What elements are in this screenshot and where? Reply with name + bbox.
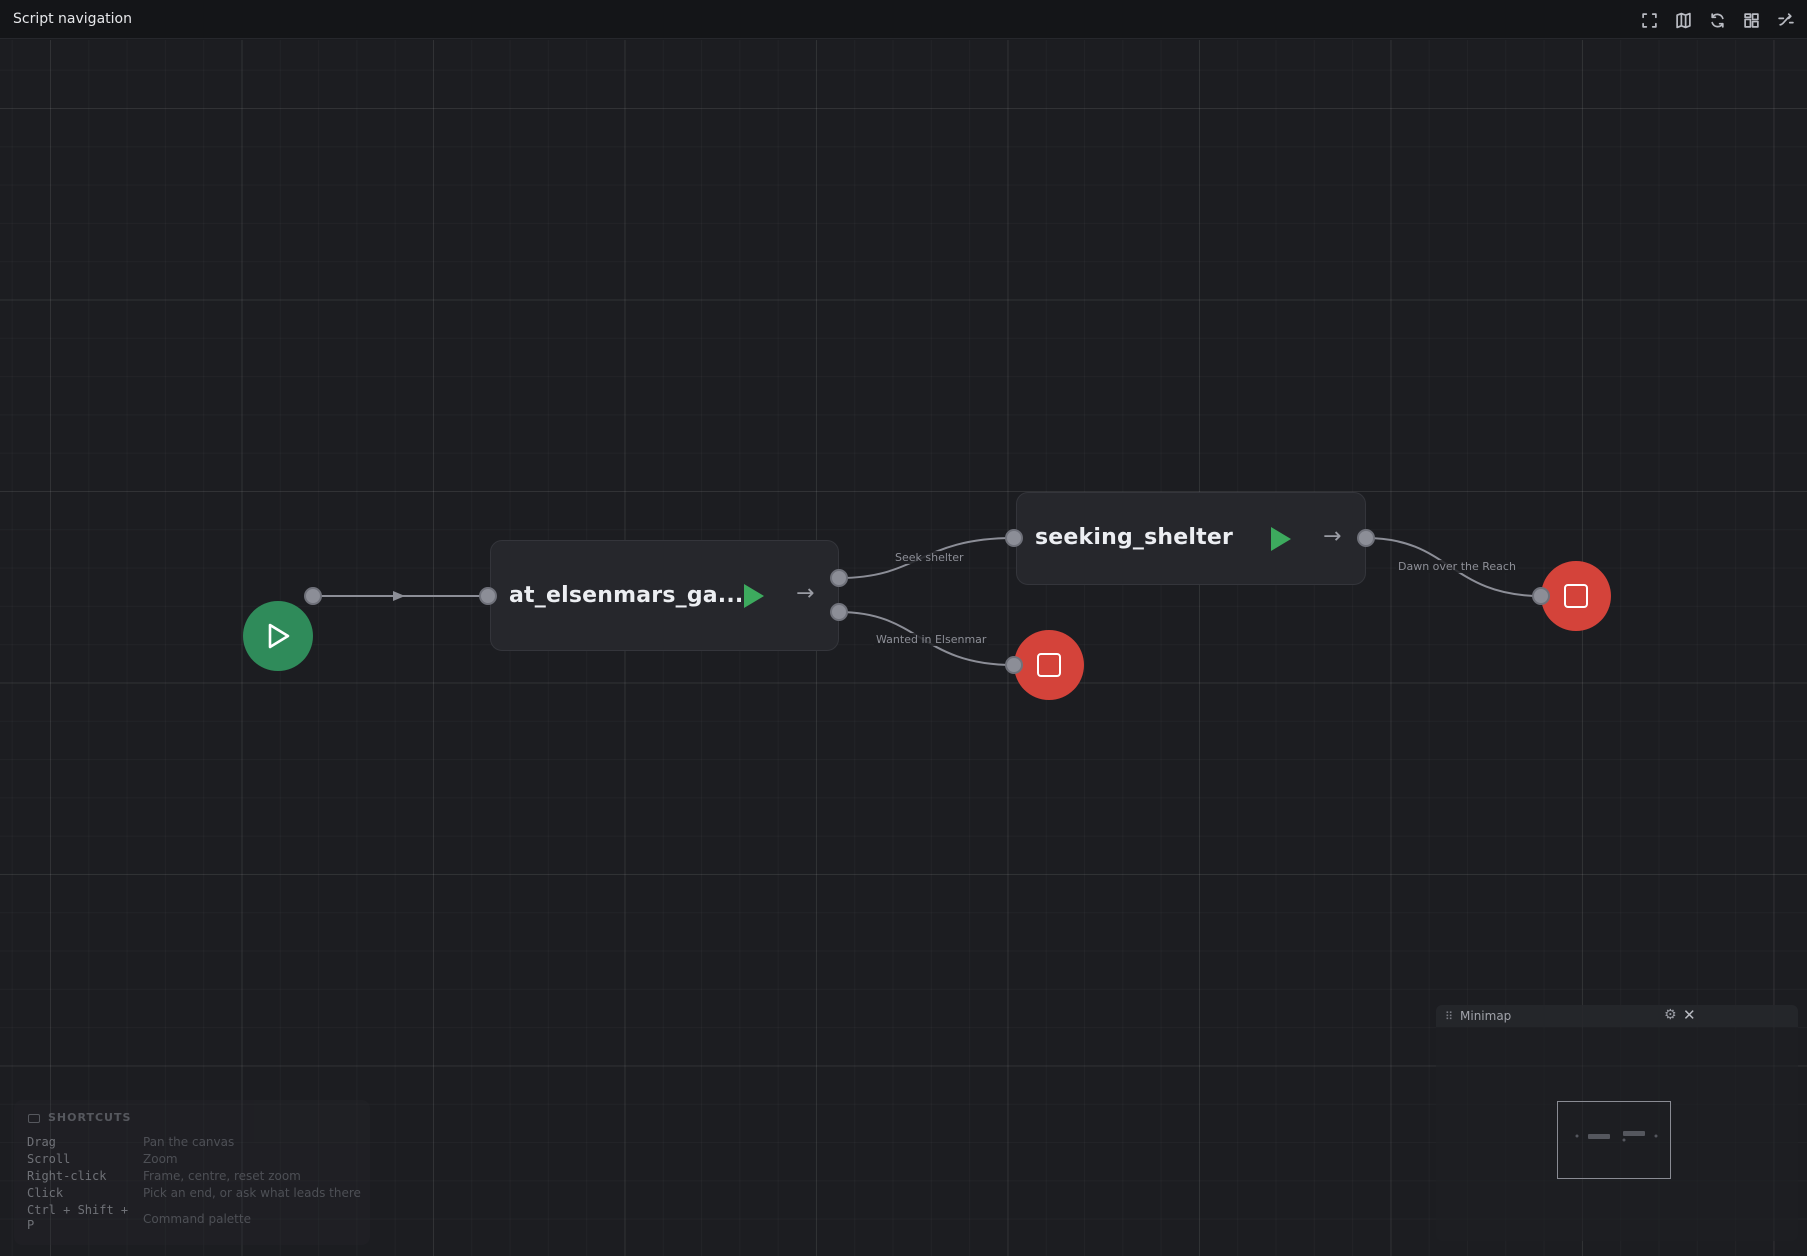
layout-icon[interactable] (1739, 8, 1763, 32)
arrow-right-icon[interactable]: → (796, 581, 814, 606)
toolbar (1637, 8, 1797, 32)
scene-b-output-port[interactable] (1357, 529, 1375, 547)
shortcuts-title: SHORTCUTS (48, 1111, 132, 1124)
scene-node-seeking-shelter[interactable]: seeking_shelter → (1016, 492, 1366, 585)
scene-b-input-port[interactable] (1005, 529, 1023, 547)
minimap-panel[interactable]: ⠿ Minimap ⚙ ✕ (1436, 1005, 1798, 1241)
keyboard-icon (28, 1113, 40, 1123)
edge-label-dawn: Dawn over the Reach (1396, 560, 1518, 573)
shortcut-key: Click (27, 1186, 64, 1200)
minimap-viewport[interactable] (1557, 1101, 1671, 1179)
shortcut-key: Ctrl + Shift + P (27, 1203, 129, 1232)
fullscreen-icon[interactable] (1637, 8, 1661, 32)
stop-icon (1564, 584, 1588, 608)
scene-node-at-elsenmars[interactable]: at_elsenmars_ga... → (490, 540, 839, 651)
start-output-port[interactable] (304, 587, 322, 605)
arrow-right-icon[interactable]: → (1323, 524, 1341, 549)
end-dawn-input-port[interactable] (1532, 587, 1550, 605)
start-node[interactable] (243, 601, 313, 671)
map-icon[interactable] (1671, 8, 1695, 32)
scene-a-output-port-2[interactable] (830, 603, 848, 621)
shortcut-desc: Frame, centre, reset zoom (143, 1169, 301, 1183)
edge-label-wanted: Wanted in Elsenmar (874, 633, 989, 646)
stop-icon (1037, 653, 1061, 677)
end-wanted-input-port[interactable] (1005, 656, 1023, 674)
shortcut-key: Scroll (27, 1152, 71, 1166)
play-outline-icon (268, 623, 290, 649)
edge-label-seek-shelter: Seek shelter (893, 551, 966, 564)
shortcut-desc: Pick an end, or ask what leads there (143, 1186, 361, 1200)
scene-node-label: seeking_shelter (1035, 525, 1234, 550)
refresh-icon[interactable] (1705, 8, 1729, 32)
play-scene-icon[interactable] (744, 584, 764, 608)
end-node-wanted[interactable] (1014, 630, 1084, 700)
scene-a-input-port[interactable] (479, 587, 497, 605)
shortcut-desc: Pan the canvas (143, 1135, 235, 1149)
shortcuts-panel: SHORTCUTS Drag Pan the canvas Scroll Zoo… (14, 1100, 370, 1245)
shortcut-desc: Command palette (143, 1212, 251, 1226)
window-title: Script navigation (13, 11, 132, 27)
shortcut-desc: Zoom (143, 1152, 178, 1166)
shortcut-key: Drag (27, 1135, 56, 1149)
end-node-dawn[interactable] (1541, 561, 1611, 631)
play-scene-icon[interactable] (1271, 527, 1291, 551)
title-bar: Script navigation (0, 0, 1807, 39)
shortcut-key: Right-click (27, 1169, 107, 1183)
scene-a-output-port-1[interactable] (830, 569, 848, 587)
shortcuts-header: SHORTCUTS (28, 1111, 131, 1124)
edge-arrowhead (393, 591, 405, 601)
route-icon[interactable] (1773, 8, 1797, 32)
scene-node-label: at_elsenmars_ga... (509, 583, 744, 608)
